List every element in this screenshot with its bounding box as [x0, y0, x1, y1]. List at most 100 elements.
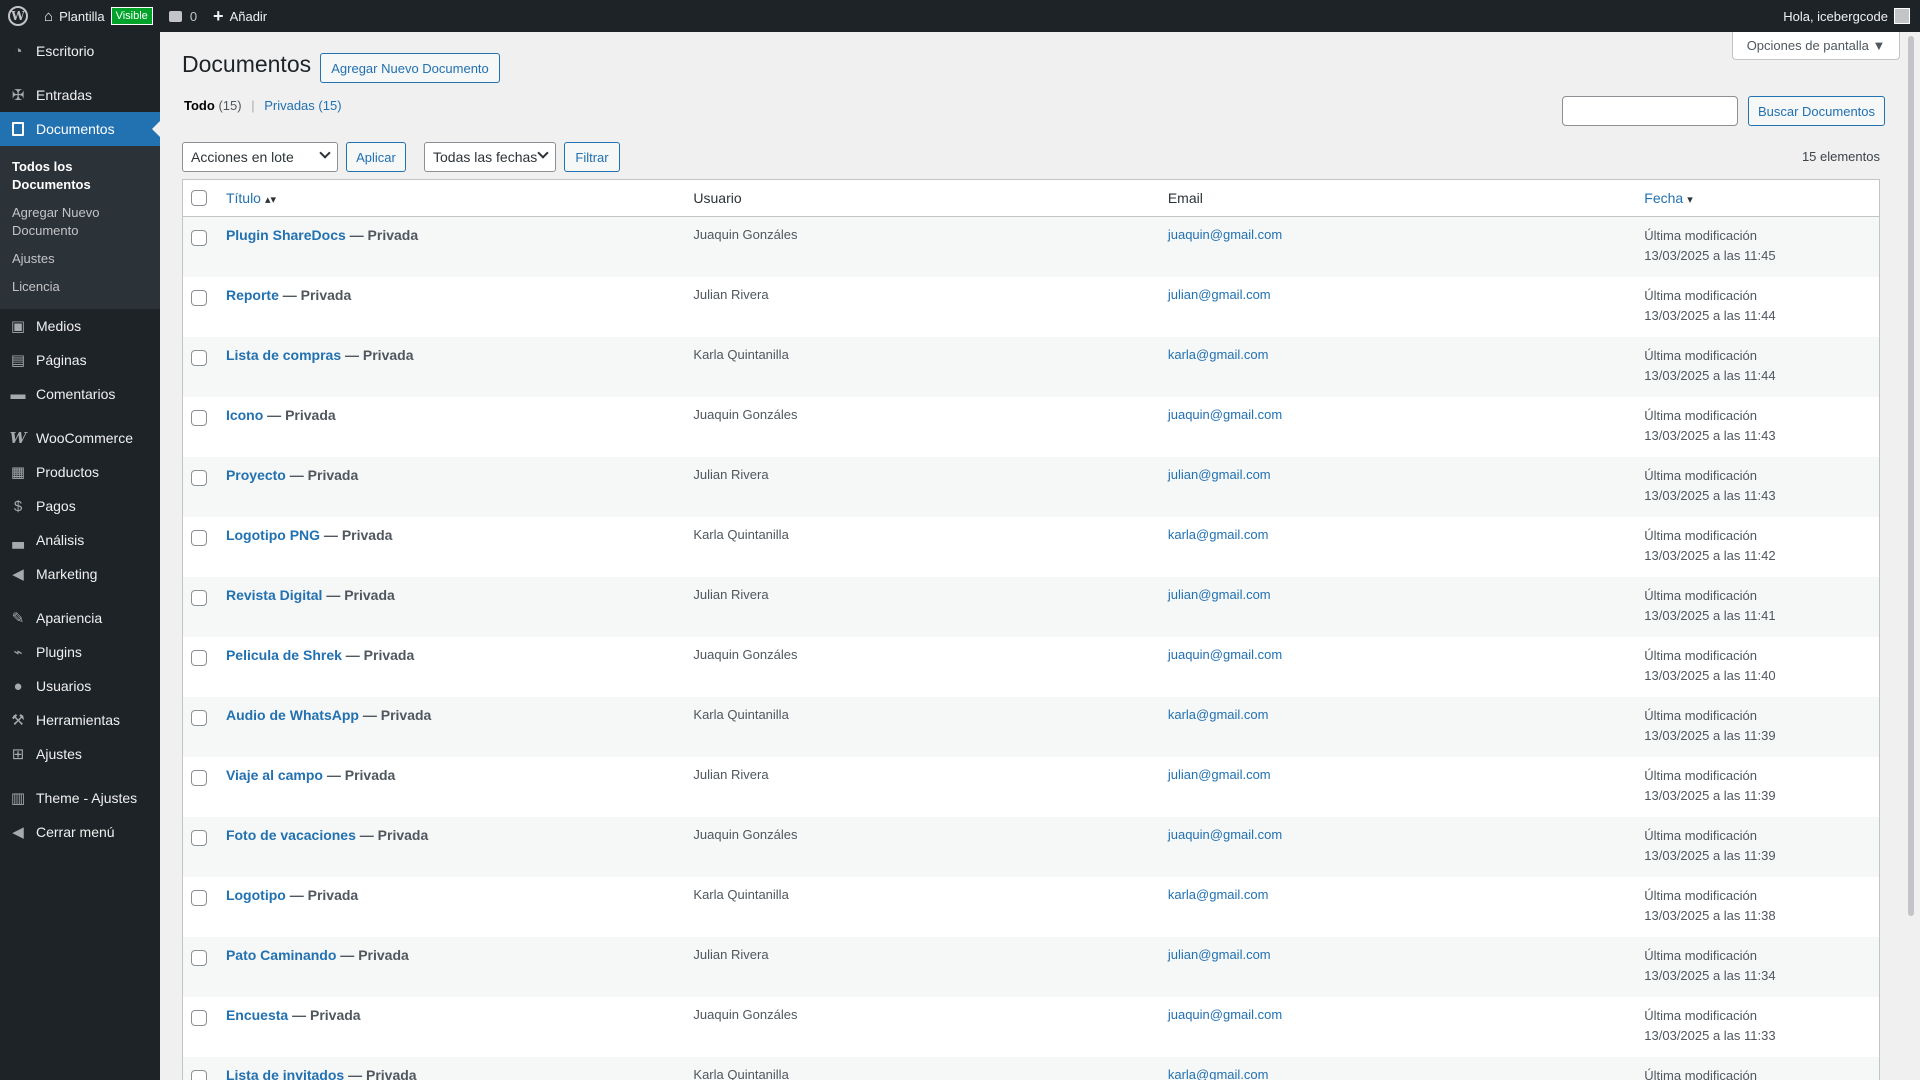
row-email-link[interactable]: karla@gmail.com — [1168, 707, 1644, 722]
document-title-link[interactable]: Pato Caminando — [226, 947, 336, 963]
row-user: Julian Rivera — [693, 767, 769, 782]
filter-private[interactable]: Privadas (15) — [264, 98, 341, 113]
bulk-actions-select[interactable]: Acciones en lote — [182, 142, 338, 172]
menu-item-theme-ajustes[interactable]: Theme - Ajustes — [0, 781, 160, 815]
row-email-link[interactable]: julian@gmail.com — [1168, 947, 1644, 962]
private-state: — Privada — [355, 827, 429, 843]
date-column-header[interactable]: Fecha ▾ — [1644, 190, 1879, 206]
filter-button[interactable]: Filtrar — [564, 142, 620, 172]
menu-item-pagos[interactable]: Pagos — [0, 489, 160, 523]
document-title-link[interactable]: Viaje al campo — [226, 767, 323, 783]
document-title-link[interactable]: Revista Digital — [226, 587, 322, 603]
row-email-link[interactable]: julian@gmail.com — [1168, 587, 1644, 602]
row-email-link[interactable]: juaquin@gmail.com — [1168, 827, 1644, 842]
menu-item-apariencia[interactable]: Apariencia — [0, 601, 160, 635]
settings-icon — [9, 745, 27, 763]
document-title-link[interactable]: Logotipo PNG — [226, 527, 320, 543]
wordpress-logo-button[interactable]: W — [0, 0, 36, 32]
comments-link[interactable]: 0 — [161, 0, 205, 32]
page-scrollbar[interactable] — [1900, 32, 1920, 1080]
row-checkbox[interactable] — [191, 890, 208, 906]
submenu-ajustes[interactable]: Ajustes — [0, 245, 160, 273]
row-email-link[interactable]: juaquin@gmail.com — [1168, 227, 1644, 242]
row-checkbox[interactable] — [191, 470, 208, 486]
row-checkbox[interactable] — [191, 410, 208, 426]
row-checkbox[interactable] — [191, 530, 208, 546]
date-prefix: Última modificación — [1644, 948, 1757, 963]
avatar — [1894, 8, 1910, 24]
apply-button[interactable]: Aplicar — [346, 142, 406, 172]
document-title-link[interactable]: Plugin ShareDocs — [226, 227, 346, 243]
menu-item-comentarios[interactable]: Comentarios — [0, 377, 160, 411]
search-documents-button[interactable]: Buscar Documentos — [1748, 96, 1885, 126]
row-email-link[interactable]: juaquin@gmail.com — [1168, 647, 1644, 662]
dates-select[interactable]: Todas las fechas — [424, 142, 556, 172]
row-checkbox[interactable] — [191, 590, 208, 606]
row-checkbox[interactable] — [191, 710, 208, 726]
submenu-licencia[interactable]: Licencia — [0, 273, 160, 301]
menu-item-herramientas[interactable]: Herramientas — [0, 703, 160, 737]
row-checkbox[interactable] — [191, 1010, 208, 1026]
document-title-link[interactable]: Proyecto — [226, 467, 286, 483]
row-email-link[interactable]: karla@gmail.com — [1168, 1067, 1644, 1080]
row-checkbox[interactable] — [191, 830, 208, 846]
menu-item-marketing[interactable]: Marketing — [0, 557, 160, 591]
row-email-link[interactable]: julian@gmail.com — [1168, 287, 1644, 302]
document-title-link[interactable]: Lista de invitados — [226, 1067, 344, 1080]
menu-label: Marketing — [36, 566, 98, 582]
menu-item-woocommerce[interactable]: W WooCommerce — [0, 421, 160, 455]
row-email-link[interactable]: karla@gmail.com — [1168, 527, 1644, 542]
submenu-todos-documentos[interactable]: Todos los Documentos — [0, 153, 160, 199]
row-checkbox-cell — [183, 887, 216, 906]
document-title-link[interactable]: Lista de compras — [226, 347, 341, 363]
menu-item-entradas[interactable]: Entradas — [0, 78, 160, 112]
menu-item-escritorio[interactable]: Escritorio — [0, 34, 160, 68]
document-title-link[interactable]: Audio de WhatsApp — [226, 707, 359, 723]
menu-item-analisis[interactable]: Análisis — [0, 523, 160, 557]
menu-item-paginas[interactable]: Páginas — [0, 343, 160, 377]
search-input[interactable] — [1562, 96, 1738, 126]
scrollbar-thumb[interactable] — [1908, 36, 1914, 916]
menu-item-documentos[interactable]: Documentos — [0, 112, 160, 146]
row-checkbox[interactable] — [191, 950, 208, 966]
comment-icon — [168, 10, 182, 22]
table-row: Logotipo — Privada Karla Quintanilla karla… — [183, 877, 1879, 937]
table-row: Foto de vacaciones — Privada Juaquin Gonz… — [183, 817, 1879, 877]
menu-item-medios[interactable]: Medios — [0, 309, 160, 343]
row-email-link[interactable]: juaquin@gmail.com — [1168, 407, 1644, 422]
collapse-menu-button[interactable]: Cerrar menú — [0, 815, 160, 849]
row-checkbox[interactable] — [191, 770, 208, 786]
row-email-link[interactable]: julian@gmail.com — [1168, 467, 1644, 482]
row-checkbox[interactable] — [191, 650, 208, 666]
row-checkbox[interactable] — [191, 290, 208, 306]
document-title-link[interactable]: Foto de vacaciones — [226, 827, 356, 843]
submenu-agregar-documento[interactable]: Agregar Nuevo Documento — [0, 199, 130, 245]
filter-all[interactable]: Todo (15) — [184, 98, 242, 113]
row-user: Juaquin Gonzáles — [693, 227, 798, 242]
row-email-link[interactable]: juaquin@gmail.com — [1168, 1007, 1644, 1022]
document-title-link[interactable]: Pelicula de Shrek — [226, 647, 342, 663]
title-column-header[interactable]: Título ▴▾ — [216, 190, 693, 206]
select-all-checkbox[interactable] — [191, 190, 208, 206]
date-prefix: Última modificación — [1644, 768, 1757, 783]
document-title-link[interactable]: Icono — [226, 407, 263, 423]
document-title-link[interactable]: Encuesta — [226, 1007, 288, 1023]
row-checkbox[interactable] — [191, 350, 208, 366]
add-new-document-button[interactable]: Agregar Nuevo Documento — [320, 53, 500, 83]
row-email-link[interactable]: julian@gmail.com — [1168, 767, 1644, 782]
screen-options-button[interactable]: Opciones de pantalla ▼ — [1732, 32, 1900, 60]
my-account[interactable]: Hola, icebergcode — [1783, 8, 1920, 24]
document-title-link[interactable]: Logotipo — [226, 887, 286, 903]
menu-item-ajustes[interactable]: Ajustes — [0, 737, 160, 771]
row-email-link[interactable]: karla@gmail.com — [1168, 347, 1644, 362]
menu-item-usuarios[interactable]: Usuarios — [0, 669, 160, 703]
site-name-link[interactable]: ⌂ Plantilla Visible — [36, 0, 161, 32]
private-state: — Privada — [322, 587, 395, 603]
document-title-link[interactable]: Reporte — [226, 287, 279, 303]
row-checkbox[interactable] — [191, 1070, 208, 1080]
menu-item-plugins[interactable]: Plugins — [0, 635, 160, 669]
menu-item-productos[interactable]: Productos — [0, 455, 160, 489]
new-content-link[interactable]: + Añadir — [205, 0, 275, 32]
row-email-link[interactable]: karla@gmail.com — [1168, 887, 1644, 902]
row-checkbox[interactable] — [191, 230, 208, 246]
